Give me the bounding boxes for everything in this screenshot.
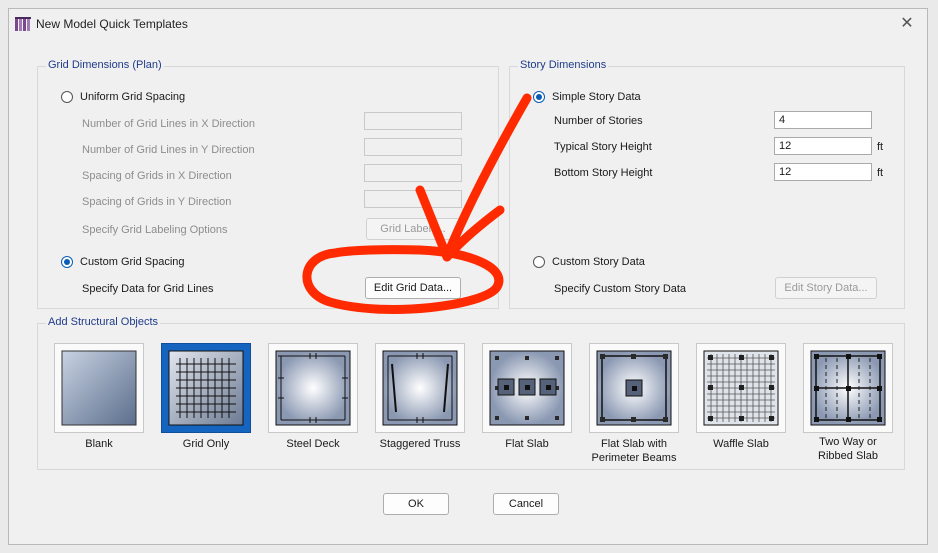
uniform-grid-label: Uniform Grid Spacing: [80, 91, 186, 103]
template-flat-slab-perimeter-beams[interactable]: [589, 343, 679, 433]
template-label: Blank: [85, 438, 113, 450]
template-blank[interactable]: [54, 343, 144, 433]
uniform-grid-radio[interactable]: [61, 91, 73, 103]
ribbed-slab-template-icon: [810, 350, 886, 426]
template-label: Two Way or: [819, 436, 877, 448]
grid-only-template-icon: [168, 350, 244, 426]
grid-lines-x-input[interactable]: [364, 112, 462, 130]
template-label: Flat Slab: [505, 438, 549, 450]
staggered-truss-template-icon: [382, 350, 458, 426]
template-two-way-ribbed-slab[interactable]: [803, 343, 893, 433]
grid-dimensions-group: Grid Dimensions (Plan) Uniform Grid Spac…: [37, 59, 499, 309]
typical-height-label: Typical Story Height: [554, 141, 652, 153]
edit-story-data-button[interactable]: Edit Story Data...: [775, 277, 877, 299]
blank-template-icon: [61, 350, 137, 426]
close-icon[interactable]: ✕: [895, 13, 919, 35]
grid-dimensions-title: Grid Dimensions (Plan): [46, 59, 164, 71]
bottom-height-unit: ft: [877, 167, 884, 179]
grid-field-label: Number of Grid Lines in X Direction: [82, 118, 256, 130]
typical-height-unit: ft: [877, 141, 884, 153]
grid-field-label: Spacing of Grids in X Direction: [82, 170, 232, 182]
ok-button[interactable]: OK: [383, 493, 449, 515]
template-label: Waffle Slab: [713, 438, 769, 450]
template-label: Ribbed Slab: [818, 450, 878, 462]
grid-field-label: Number of Grid Lines in Y Direction: [82, 144, 255, 156]
grid-labeling-label: Specify Grid Labeling Options: [82, 224, 228, 236]
custom-story-label: Custom Story Data: [552, 256, 645, 268]
grid-spacing-y-input[interactable]: [364, 190, 462, 208]
template-label: Grid Only: [182, 438, 230, 450]
waffle-slab-template-icon: [703, 350, 779, 426]
simple-story-label: Simple Story Data: [552, 91, 641, 103]
steel-deck-template-icon: [275, 350, 351, 426]
story-dimensions-group: Story Dimensions Simple Story Data Numbe…: [509, 59, 905, 309]
template-label: Staggered Truss: [379, 438, 461, 450]
custom-grid-label: Custom Grid Spacing: [80, 256, 185, 268]
structural-objects-title: Add Structural Objects: [46, 316, 161, 328]
template-flat-slab[interactable]: [482, 343, 572, 433]
template-staggered-truss[interactable]: [375, 343, 465, 433]
grid-labels-button[interactable]: Grid Labels...: [366, 218, 460, 240]
window-title: New Model Quick Templates: [36, 17, 188, 31]
grid-lines-y-input[interactable]: [364, 138, 462, 156]
grid-spacing-x-input[interactable]: [364, 164, 462, 182]
bottom-height-input[interactable]: 12: [774, 163, 872, 181]
etabs-app-icon: [15, 17, 31, 31]
flat-slab-template-icon: [489, 350, 565, 426]
num-stories-input[interactable]: 4: [774, 111, 872, 129]
template-label: Flat Slab with: [600, 438, 668, 450]
custom-grid-radio[interactable]: [61, 256, 73, 268]
grid-specify-label: Specify Data for Grid Lines: [82, 283, 214, 295]
dialog-window: New Model Quick Templates ✕ Grid Dimensi…: [8, 8, 928, 545]
num-stories-label: Number of Stories: [554, 115, 643, 127]
typical-height-input[interactable]: 12: [774, 137, 872, 155]
custom-story-radio[interactable]: [533, 256, 545, 268]
structural-objects-group: Add Structural Objects Blank Grid Only S…: [37, 316, 905, 470]
template-label: Perimeter Beams: [591, 452, 677, 464]
template-waffle-slab[interactable]: [696, 343, 786, 433]
title-bar[interactable]: New Model Quick Templates ✕: [9, 9, 927, 39]
simple-story-radio[interactable]: [533, 91, 545, 103]
template-label: Steel Deck: [286, 438, 340, 450]
edit-grid-data-button[interactable]: Edit Grid Data...: [365, 277, 461, 299]
template-grid-only[interactable]: [161, 343, 251, 433]
grid-field-label: Spacing of Grids in Y Direction: [82, 196, 232, 208]
bottom-height-label: Bottom Story Height: [554, 167, 653, 179]
template-steel-deck[interactable]: [268, 343, 358, 433]
flat-slab-perimeter-beams-template-icon: [596, 350, 672, 426]
story-dimensions-title: Story Dimensions: [518, 59, 609, 71]
cancel-button[interactable]: Cancel: [493, 493, 559, 515]
story-specify-label: Specify Custom Story Data: [554, 283, 687, 295]
